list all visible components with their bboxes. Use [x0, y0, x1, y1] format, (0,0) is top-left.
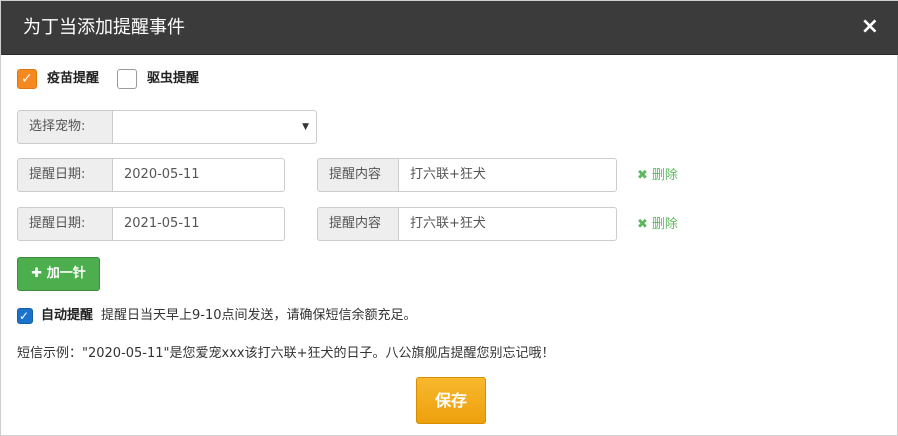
- delete-x-icon: ✖: [637, 168, 648, 183]
- plus-icon: ✚: [31, 266, 43, 281]
- dialog-header: 为丁当添加提醒事件 ×: [1, 1, 898, 55]
- add-dose-label: 加一针: [46, 266, 86, 281]
- reminder-content-input[interactable]: 打六联+狂犬: [398, 158, 617, 192]
- close-icon[interactable]: ×: [861, 14, 879, 40]
- add-dose-button[interactable]: ✚ 加一针: [17, 257, 100, 291]
- caret-down-icon: ▼: [302, 122, 309, 132]
- reminder-date-input[interactable]: 2020-05-11: [112, 158, 285, 192]
- reminder-content-input[interactable]: 打六联+狂犬: [398, 207, 617, 241]
- reminder-date-input[interactable]: 2021-05-11: [112, 207, 285, 241]
- auto-remind-checkbox[interactable]: ✓: [17, 308, 33, 324]
- reminder-date-label: 提醒日期:: [17, 207, 113, 241]
- dialog-title: 为丁当添加提醒事件: [23, 17, 185, 38]
- delete-label: 删除: [651, 168, 678, 183]
- auto-remind-label[interactable]: 自动提醒: [41, 307, 93, 325]
- auto-remind-description: 提醒日当天早上9-10点间发送，请确保短信余额充足。: [101, 308, 417, 323]
- reminder-date-label: 提醒日期:: [17, 158, 113, 192]
- delete-label: 删除: [651, 217, 678, 232]
- reminder-content-label: 提醒内容: [317, 158, 399, 192]
- delete-x-icon: ✖: [637, 217, 648, 232]
- sms-example-text: 短信示例："2020-05-11"是您爱宠xxx该打六联+狂犬的日子。八公旗舰店…: [17, 346, 555, 361]
- delete-reminder-button[interactable]: ✖ 删除: [637, 167, 678, 185]
- deworm-reminder-checkbox[interactable]: [117, 69, 137, 89]
- checkmark-icon: ✓: [19, 309, 30, 323]
- vaccine-reminder-checkbox[interactable]: ✓: [17, 69, 37, 89]
- pet-select-label: 选择宠物:: [17, 110, 113, 144]
- deworm-reminder-label[interactable]: 驱虫提醒: [147, 69, 199, 89]
- checkmark-icon: ✓: [21, 71, 33, 87]
- reminder-content-label: 提醒内容: [317, 207, 399, 241]
- pet-select[interactable]: ▼: [112, 110, 317, 144]
- add-reminder-dialog: 为丁当添加提醒事件 × ✓ 疫苗提醒 驱虫提醒 选择宠物: ▼ 提醒日期: 20…: [0, 0, 898, 436]
- vaccine-reminder-label[interactable]: 疫苗提醒: [47, 69, 99, 89]
- delete-reminder-button[interactable]: ✖ 删除: [637, 216, 678, 234]
- save-button[interactable]: 保存: [416, 377, 486, 424]
